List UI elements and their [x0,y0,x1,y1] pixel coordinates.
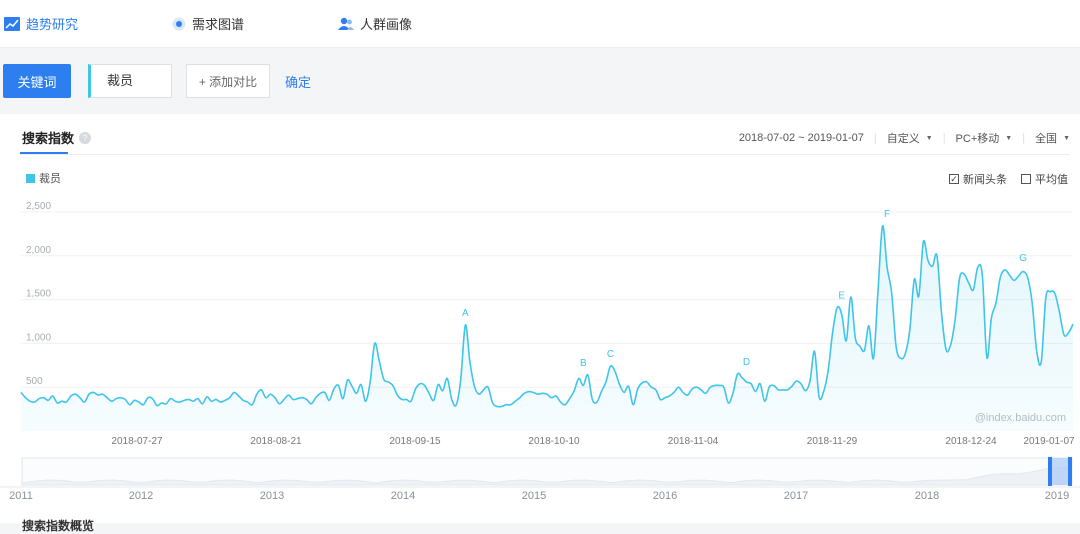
chart-controls: 2018-07-02 ~ 2019-01-07 | 自定义 ▼ | PC+移动 ▼ … [738,130,1070,146]
target-dot-icon [172,17,186,30]
region-select[interactable]: 全国 ▼ [1035,130,1070,146]
confirm-button[interactable]: 确定 [285,72,311,91]
nav-tab-trend-research[interactable]: 趋势研究 [4,14,78,33]
legend-label: 裁员 [39,173,61,185]
search-index-panel: 搜索指数 ? 2018-07-02 ~ 2019-01-07 | 自定义 ▼ | … [0,114,1080,523]
divider [20,154,1070,155]
nav-tab-crowd-portrait[interactable]: 人群画像 [338,14,412,33]
caret-down-icon: ▼ [1063,134,1070,142]
title-underline [20,152,68,154]
help-icon[interactable]: ? [79,131,92,144]
region-select-label: 全国 [1035,133,1058,145]
caret-down-icon: ▼ [1005,134,1013,142]
average-label: 平均值 [1035,174,1068,186]
average-checkbox[interactable]: 平均值 [1021,171,1068,187]
nav-tab-label: 趋势研究 [26,17,79,32]
keyword-mode-button[interactable]: 关键词 [3,64,71,98]
panel-title-text: 搜索指数 [22,131,75,146]
top-nav: 趋势研究 需求图谱 人群画像 [0,0,1080,48]
panel-title: 搜索指数 ? [22,128,92,147]
chart-legend[interactable]: 裁员 [26,170,61,186]
checkbox-checked-icon: ✓ [949,174,959,184]
nav-tab-demand-map[interactable]: 需求图谱 [172,14,244,33]
range-select-label: 自定义 [886,133,920,145]
news-headline-checkbox[interactable]: ✓ 新闻头条 [949,171,1007,187]
device-select-label: PC+移动 [955,133,1000,145]
nav-tab-label: 人群画像 [360,17,413,32]
add-compare-button[interactable]: + 添加对比 [186,64,270,98]
overview-section-title: 搜索指数概览 [22,519,95,533]
people-icon [338,17,354,30]
caret-down-icon: ▼ [925,134,933,142]
legend-swatch [26,173,35,183]
trend-chart-icon [4,16,20,31]
checkbox-empty-icon [1021,174,1031,184]
chart-options: ✓ 新闻头条 平均值 [949,171,1068,187]
device-select[interactable]: PC+移动 ▼ [956,130,1013,146]
nav-tab-label: 需求图谱 [192,17,245,32]
news-headline-label: 新闻头条 [963,174,1007,186]
range-select[interactable]: 自定义 ▼ [887,130,933,146]
keyword-input[interactable]: 裁员 [88,64,172,98]
date-range-text[interactable]: 2018-07-02 ~ 2019-01-07 [739,132,864,144]
keyword-bar: 关键词 裁员 + 添加对比 确定 [0,48,1080,114]
